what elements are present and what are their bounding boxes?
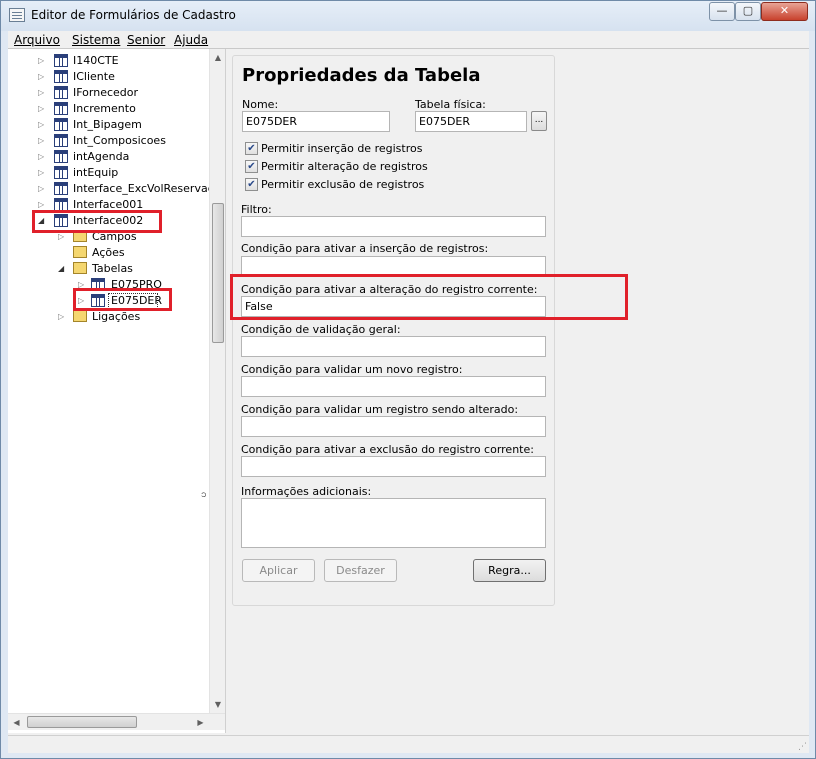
window-title: Editor de Formulários de Cadastro <box>31 8 236 22</box>
cond-exclusao-input[interactable] <box>241 456 546 477</box>
table-icon <box>54 86 68 99</box>
regra-button[interactable]: Regra... <box>473 559 546 582</box>
permitir-exclusao-label: Permitir exclusão de registros <box>261 178 425 191</box>
tree-horizontal-scrollbar[interactable]: ◀ ▶ <box>8 713 225 731</box>
expand-arrow-icon[interactable]: ▷ <box>38 104 44 113</box>
tree-item-label: Int_Bipagem <box>73 118 142 131</box>
resize-grip-icon[interactable]: ⋰ <box>798 742 807 752</box>
menu-senior[interactable]: Senior <box>127 33 165 47</box>
scroll-down-arrow-icon[interactable]: ▼ <box>210 696 225 713</box>
scroll-left-arrow-icon[interactable]: ◀ <box>8 714 25 731</box>
app-icon <box>9 8 25 22</box>
table-icon <box>54 166 68 179</box>
tree-item-label: Tabelas <box>92 262 133 275</box>
folder-icon <box>73 310 87 322</box>
desfazer-button[interactable]: Desfazer <box>324 559 397 582</box>
menu-ajuda[interactable]: Ajuda <box>174 33 208 47</box>
tree-item-label: ICliente <box>73 70 115 83</box>
tree-item-label: intAgenda <box>73 150 130 163</box>
status-bar: ⋰ <box>8 735 809 753</box>
expand-arrow-icon[interactable]: ▷ <box>38 72 44 81</box>
collapse-arrow-icon[interactable]: ◢ <box>58 264 64 273</box>
cond-validacao-label: Condição de validação geral: <box>241 323 401 336</box>
close-button[interactable]: ✕ <box>761 2 808 21</box>
scroll-thumb[interactable] <box>212 203 224 343</box>
scroll-thumb[interactable] <box>27 716 137 728</box>
expand-arrow-icon[interactable]: ▷ <box>38 120 44 129</box>
expand-arrow-icon[interactable]: ▷ <box>38 56 44 65</box>
tree-vertical-scrollbar[interactable]: ▲ ▼ <box>209 49 225 713</box>
permitir-insercao-checkbox[interactable]: ✔ <box>245 142 258 155</box>
table-icon <box>54 134 68 147</box>
client-area: ▷ I140CTE ▷ ICliente ▷ IFornecedor ▷ Inc… <box>8 49 809 752</box>
scroll-right-arrow-icon[interactable]: ▶ <box>192 714 209 731</box>
expand-arrow-icon[interactable]: ▷ <box>58 312 64 321</box>
tree-item-label: Interface_ExcVolReservado <box>73 182 222 195</box>
minimize-button[interactable]: — <box>709 2 735 21</box>
tree-item-label: Ligações <box>92 310 141 323</box>
info-adicionais-textarea[interactable] <box>241 498 546 548</box>
filtro-label: Filtro: <box>241 203 272 216</box>
table-icon <box>54 150 68 163</box>
folder-icon <box>73 262 87 274</box>
cond-alterado-input[interactable] <box>241 416 546 437</box>
permitir-alteracao-checkbox[interactable]: ✔ <box>245 160 258 173</box>
cond-alterado-label: Condição para validar um registro sendo … <box>241 403 519 416</box>
menu-senior-label: Senior <box>127 33 166 47</box>
tree-item-label: intEquip <box>73 166 119 179</box>
menu-sistema[interactable]: Sistema <box>72 33 120 47</box>
highlight-cond-alteracao <box>230 274 628 320</box>
tree-item-label: Incremento <box>73 102 136 115</box>
table-icon <box>54 102 68 115</box>
highlight-e075der <box>73 288 172 311</box>
cond-validacao-input[interactable] <box>241 336 546 357</box>
tree-item-label: IFornecedor <box>73 86 139 99</box>
tree-item-label: Int_Composicoes <box>73 134 166 147</box>
menu-bar: Arquivo Sistema Senior Ajuda <box>8 31 809 49</box>
highlight-interface002 <box>32 210 162 233</box>
tabela-fisica-input[interactable]: E075DER <box>415 111 527 132</box>
menu-arquivo-label: Arquivo <box>14 33 60 47</box>
clipped-glyph: ၥ <box>201 489 207 500</box>
expand-arrow-icon[interactable]: ▷ <box>38 168 44 177</box>
cond-novo-label: Condição para validar um novo registro: <box>241 363 463 376</box>
maximize-button[interactable]: ▢ <box>735 2 761 21</box>
tree-item-label: Ações <box>92 246 125 259</box>
expand-arrow-icon[interactable]: ▷ <box>38 200 44 209</box>
menu-sistema-label: Sistema <box>72 33 121 47</box>
menu-arquivo[interactable]: Arquivo <box>14 33 60 47</box>
aplicar-button[interactable]: Aplicar <box>242 559 315 582</box>
main-window: Editor de Formulários de Cadastro — ▢ ✕ … <box>0 0 816 759</box>
info-adicionais-label: Informações adicionais: <box>241 485 372 498</box>
permitir-exclusao-checkbox[interactable]: ✔ <box>245 178 258 191</box>
cond-exclusao-label: Condição para ativar a exclusão do regis… <box>241 443 534 456</box>
table-icon <box>54 70 68 83</box>
browse-button[interactable]: ... <box>531 111 547 131</box>
title-bar[interactable]: Editor de Formulários de Cadastro — ▢ ✕ <box>1 1 815 31</box>
folder-icon <box>73 246 87 258</box>
tabela-fisica-label: Tabela física: <box>415 98 486 111</box>
panel-title: Propriedades da Tabela <box>242 65 481 86</box>
tree-item-label: I140CTE <box>73 54 119 67</box>
properties-panel: Propriedades da Tabela Nome: E075DER Tab… <box>232 55 555 606</box>
table-icon <box>54 182 68 195</box>
tree-view[interactable]: ▷ I140CTE ▷ ICliente ▷ IFornecedor ▷ Inc… <box>8 49 226 733</box>
nome-label: Nome: <box>242 98 279 111</box>
permitir-insercao-label: Permitir inserção de registros <box>261 142 423 155</box>
expand-arrow-icon[interactable]: ▷ <box>38 88 44 97</box>
table-icon <box>54 54 68 67</box>
expand-arrow-icon[interactable]: ▷ <box>38 184 44 193</box>
expand-arrow-icon[interactable]: ▷ <box>58 232 64 241</box>
table-icon <box>54 118 68 131</box>
expand-arrow-icon[interactable]: ▷ <box>38 152 44 161</box>
scroll-up-arrow-icon[interactable]: ▲ <box>210 49 225 66</box>
filtro-input[interactable] <box>241 216 546 237</box>
nome-input[interactable]: E075DER <box>242 111 390 132</box>
menu-ajuda-label: Ajuda <box>174 33 209 47</box>
expand-arrow-icon[interactable]: ▷ <box>38 136 44 145</box>
permitir-alteracao-label: Permitir alteração de registros <box>261 160 428 173</box>
cond-insercao-label: Condição para ativar a inserção de regis… <box>241 242 489 255</box>
cond-novo-input[interactable] <box>241 376 546 397</box>
